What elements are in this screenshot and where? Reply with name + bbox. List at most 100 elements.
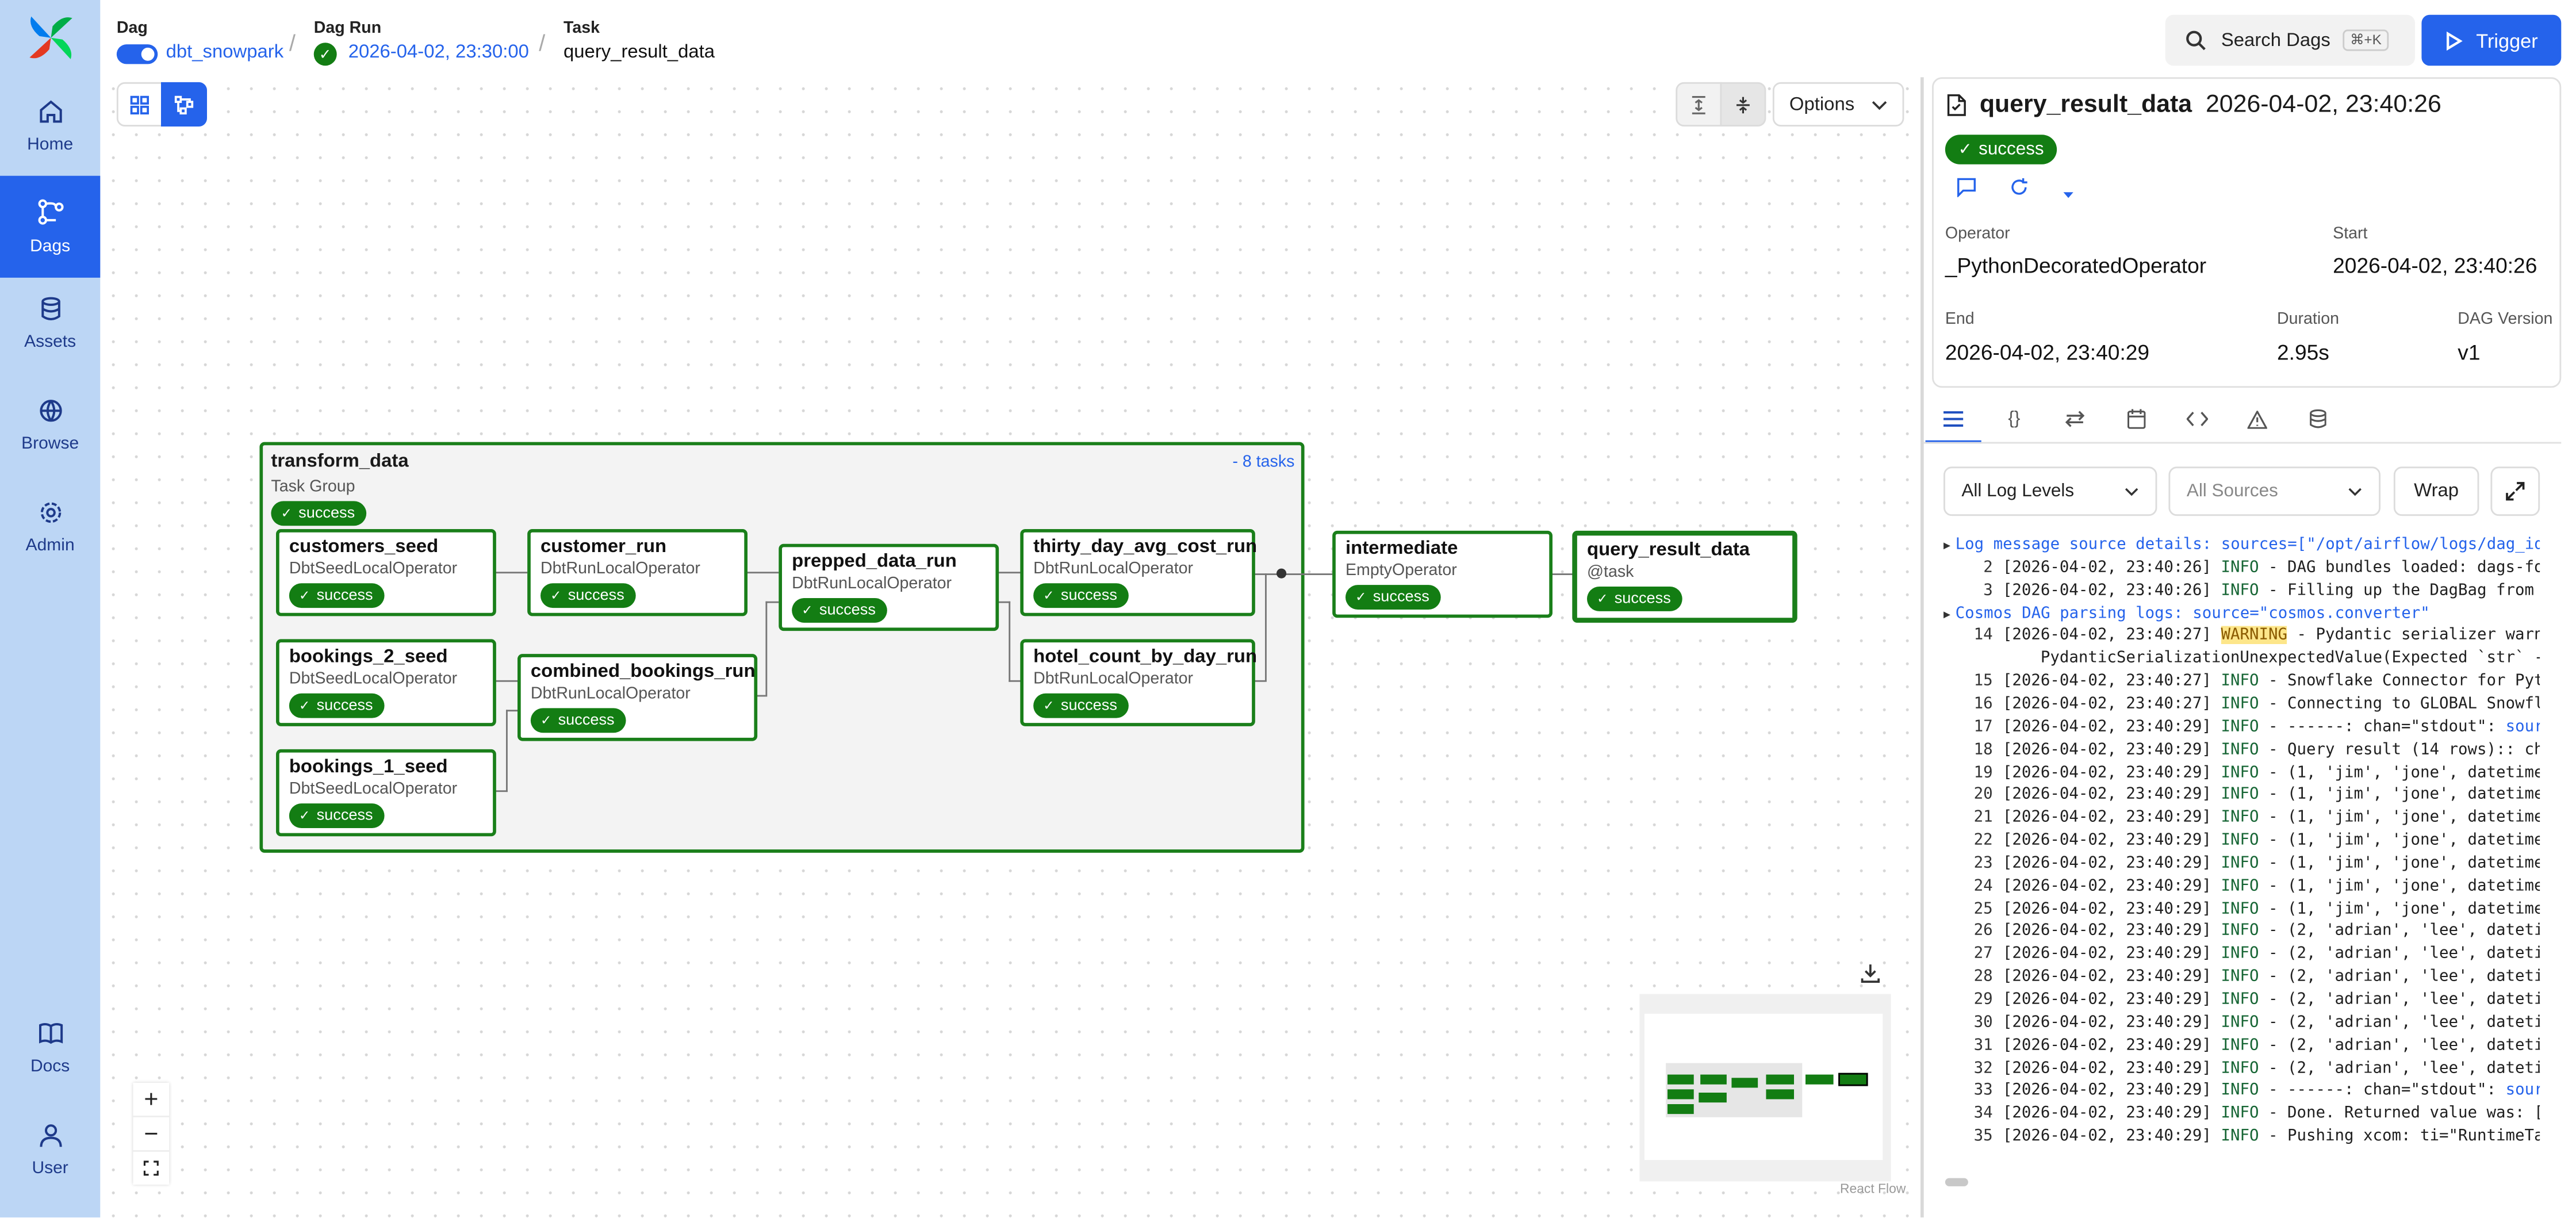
task-node-prepped-data-run[interactable]: prepped_data_run DbtRunLocalOperator ✓ su… — [779, 543, 999, 631]
log-level: INFO — [2221, 922, 2259, 941]
nav-browse[interactable]: Browse — [0, 385, 100, 467]
log-line: 32 [2026-04-02, 23:40:29] INFO - (2, 'adr… — [1943, 1058, 2540, 1080]
tabs-divider — [1923, 442, 2562, 444]
task-name: combined_bookings_run — [530, 662, 756, 682]
log-group-header[interactable]: ▶ Cosmos DAG parsing logs: source="cosmos… — [1943, 602, 2430, 625]
tab-logs[interactable] — [1942, 408, 1965, 431]
log-line-number: 32 — [1973, 1059, 1993, 1077]
log-line: 22 [2026-04-02, 23:40:29] INFO - (1, 'jim… — [1943, 830, 2540, 852]
tab-warnings[interactable] — [2246, 408, 2269, 431]
mark-as-dropdown[interactable] — [2062, 179, 2075, 208]
log-timestamp: [2026-04-02, 23:40:29] — [2002, 831, 2211, 850]
status-badge: ✓ success — [792, 598, 887, 623]
download-icon — [1861, 964, 1880, 983]
clear-task-button[interactable] — [2009, 176, 2029, 205]
task-node-intermediate[interactable]: intermediate EmptyOperator ✓ success — [1332, 530, 1552, 618]
zoom-out-button[interactable]: − — [133, 1117, 170, 1152]
browse-icon — [39, 400, 62, 422]
log-line: PydanticSerializationUnexpectedValue(Exp… — [1943, 648, 2540, 670]
task-node-combined-bookings-run[interactable]: combined_bookings_run DbtRunLocalOperato… — [518, 654, 758, 741]
dagrun-label: Dag Run — [313, 20, 382, 38]
options-button[interactable]: Options — [1772, 82, 1904, 127]
log-line-number: 15 — [1973, 672, 1993, 691]
sidebar: Home Dags Assets Browse Admin Docs User — [0, 0, 101, 1218]
task-node-hotel-count-by-day-run[interactable]: hotel_count_by_day_run DbtRunLocalOperat… — [1020, 639, 1257, 726]
react-flow-attribution[interactable]: React Flow — [1840, 1181, 1906, 1196]
tab-events[interactable] — [2124, 408, 2147, 431]
group-task-count[interactable]: - 8 tasks — [1232, 454, 1294, 472]
task-operator: DbtSeedLocalOperator — [289, 560, 458, 579]
nav-dags[interactable]: Dags — [0, 175, 101, 278]
airflow-logo[interactable] — [26, 13, 76, 63]
tab-assets[interactable] — [2306, 408, 2329, 431]
status-badge: ✓ success — [1033, 693, 1129, 718]
dagrun-link[interactable]: 2026-04-02, 23:30:00 — [348, 43, 529, 62]
tab-rendered-template[interactable]: {} — [2003, 408, 2026, 431]
zoom-in-button[interactable]: + — [133, 1083, 170, 1117]
tab-xcom[interactable] — [2064, 408, 2087, 431]
log-line-number: 25 — [1973, 899, 1993, 918]
log-timestamp: [2026-04-02, 23:40:29] — [2002, 1036, 2211, 1055]
search-dags-button[interactable]: Search Dags ⌘+K — [2165, 14, 2415, 66]
log-line: 30 [2026-04-02, 23:40:29] INFO - (2, 'adr… — [1943, 1012, 2540, 1035]
log-level: INFO — [2221, 945, 2259, 964]
nav-assets[interactable]: Assets — [0, 282, 100, 365]
log-line: 17 [2026-04-02, 23:40:29] INFO - ------: … — [1943, 716, 2540, 738]
status-badge: ✓ success — [1033, 583, 1129, 608]
task-operator: DbtRunLocalOperator — [792, 575, 952, 593]
panel-divider[interactable] — [1920, 77, 1924, 1218]
task-node-query-result-data[interactable]: query_result_data @task ✓ success — [1572, 530, 1797, 623]
log-source-select[interactable]: All Sources — [2168, 466, 2380, 516]
log-message: - Connecting to GLOBAL Snowflak — [2259, 695, 2540, 713]
edge — [1551, 573, 1574, 575]
trigger-button[interactable]: Trigger — [2421, 14, 2562, 66]
log-line-number: 33 — [1973, 1082, 1993, 1100]
fullscreen-button[interactable] — [2490, 466, 2540, 516]
dag-link[interactable]: dbt_snowpark — [166, 43, 284, 62]
download-button[interactable] — [1860, 963, 1883, 986]
log-timestamp: [2026-04-02, 23:40:29] — [2002, 763, 2211, 782]
chevron-down-icon — [2125, 487, 2138, 495]
grid-view-button[interactable] — [116, 82, 163, 127]
collapse-all-button[interactable] — [1720, 82, 1766, 127]
log-level: INFO — [2221, 877, 2259, 895]
task-node-bookings-1-seed[interactable]: bookings_1_seed DbtSeedLocalOperator ✓ su… — [276, 749, 496, 837]
database-icon — [2310, 409, 2326, 428]
log-line: 18 [2026-04-02, 23:40:29] INFO - Query re… — [1943, 739, 2540, 761]
graph-view-button[interactable] — [161, 82, 207, 127]
log-horizontal-scrollbar[interactable] — [1945, 1178, 1968, 1186]
assets-icon — [40, 297, 60, 320]
log-group-text: Log message source details: sources=["/o… — [1955, 535, 2540, 554]
nav-user[interactable]: User — [0, 1109, 100, 1192]
wrap-button[interactable]: Wrap — [2393, 466, 2479, 516]
log-group-header[interactable]: ▶ Log message source details: sources=["/… — [1943, 534, 2540, 557]
minimap[interactable] — [1639, 994, 1891, 1182]
task-node-thirty-day-avg-cost-run[interactable]: thirty_day_avg_cost_run DbtRunLocalOpera… — [1020, 529, 1257, 616]
chevron-down-icon — [2348, 487, 2362, 495]
log-timestamp: [2026-04-02, 23:40:29] — [2002, 990, 2211, 1009]
task-operator: DbtSeedLocalOperator — [289, 780, 458, 799]
expand-triangle-icon: ▶ — [1943, 539, 1951, 552]
log-source: source= — [2505, 1082, 2540, 1100]
expand-all-button[interactable] — [1676, 82, 1722, 127]
add-note-button[interactable] — [1957, 176, 1976, 205]
tab-code[interactable] — [2185, 408, 2208, 431]
log-level-select[interactable]: All Log Levels — [1943, 466, 2157, 516]
nav-admin[interactable]: Admin — [0, 487, 100, 569]
task-node-customer-run[interactable]: customer_run DbtRunLocalOperator ✓ succes… — [527, 529, 747, 616]
log-viewer[interactable]: ▶ Log message source details: sources=["/… — [1943, 531, 2540, 1175]
task-node-customers-seed[interactable]: customers_seed DbtSeedLocalOperator ✓ suc… — [276, 529, 496, 616]
log-timestamp: [2026-04-02, 23:40:29] — [2002, 740, 2211, 759]
nav-docs[interactable]: Docs — [0, 1007, 100, 1089]
warning-icon — [2247, 409, 2267, 428]
nav-home[interactable]: Home — [0, 86, 100, 168]
task-node-bookings-2-seed[interactable]: bookings_2_seed DbtSeedLocalOperator ✓ su… — [276, 639, 496, 726]
log-level: INFO — [2221, 831, 2259, 850]
log-timestamp: [2026-04-02, 23:40:29] — [2002, 809, 2211, 827]
log-line: 23 [2026-04-02, 23:40:29] INFO - (1, 'jim… — [1943, 853, 2540, 875]
fit-view-button[interactable] — [133, 1152, 169, 1185]
log-level: WARNING — [2221, 626, 2287, 645]
log-level: INFO — [2221, 899, 2259, 918]
log-timestamp: [2026-04-02, 23:40:29] — [2002, 877, 2211, 895]
dag-toggle[interactable] — [116, 44, 158, 64]
